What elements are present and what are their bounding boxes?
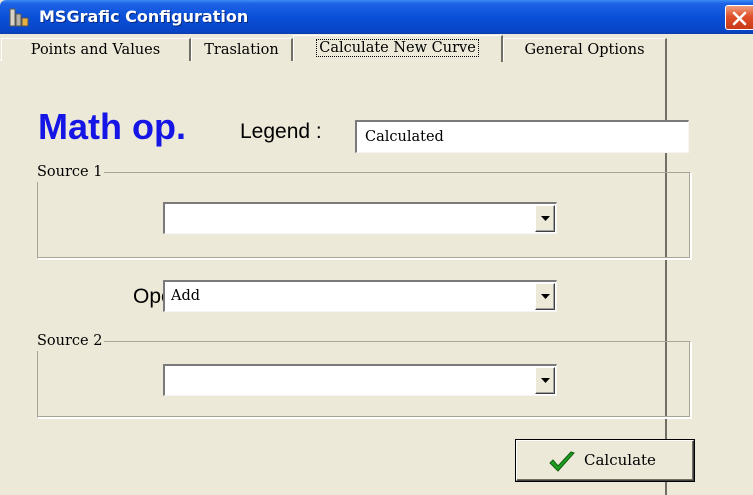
chevron-down-icon [541,378,550,383]
tab-traslation[interactable]: Traslation [191,38,293,61]
source2-dropdown-button[interactable] [535,367,555,394]
source1-dropdown-button[interactable] [535,205,555,232]
source2-title: Source 2 [35,331,105,351]
legend-input[interactable]: Calculated [355,120,689,153]
tab-general-options[interactable]: General Options [503,38,667,61]
chart-app-icon [9,7,31,27]
tab-calculate-new-curve[interactable]: Calculate New Curve [293,35,503,62]
close-icon [732,11,747,26]
chevron-down-icon [541,216,550,221]
operation-value: Add [171,288,201,304]
math-op-heading: Math op. [38,106,186,147]
check-icon [549,451,575,472]
tab-label: General Options [524,42,645,58]
calculate-button-label: Calculate [584,451,656,469]
tab-label: Calculate New Curve [316,39,479,57]
chevron-down-icon [541,294,550,299]
config-window: MSGrafic Configuration Points and Values… [0,0,753,495]
tab-points-and-values[interactable]: Points and Values [1,38,191,61]
calculate-button[interactable]: Calculate [516,440,694,481]
source1-select[interactable] [163,202,557,234]
tab-label: Traslation [204,42,279,58]
operation-dropdown-button[interactable] [535,283,555,310]
source2-select[interactable] [163,364,557,396]
window-title: MSGrafic Configuration [39,7,249,26]
operation-select[interactable]: Add [163,280,557,312]
close-button[interactable] [725,5,753,30]
legend-label: Legend : [240,120,322,143]
source1-title: Source 1 [35,162,105,182]
title-bar[interactable]: MSGrafic Configuration [0,0,753,34]
tab-label: Points and Values [30,42,161,58]
